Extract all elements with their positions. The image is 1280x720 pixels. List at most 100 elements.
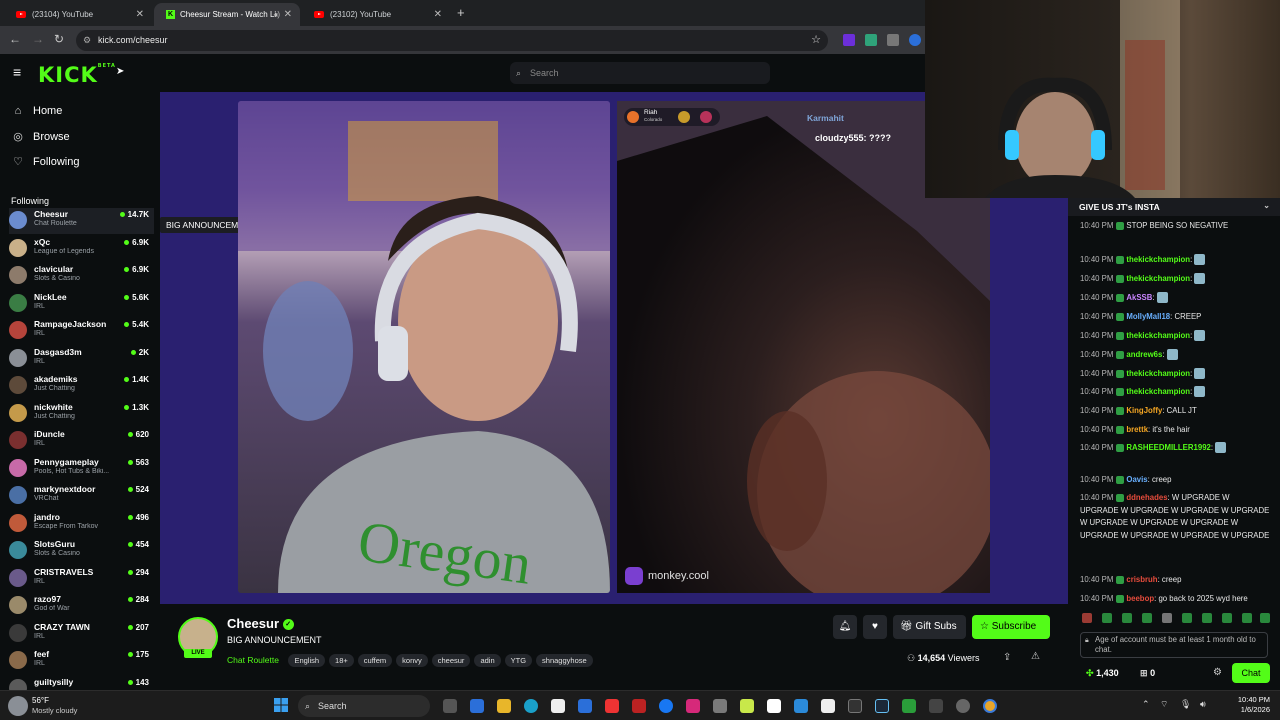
menu-icon[interactable]: ≡: [13, 64, 21, 80]
subscribe-button[interactable]: ☆ Subscribe: [972, 615, 1050, 639]
app-icon[interactable]: [794, 699, 808, 713]
share-icon[interactable]: ⇪: [1003, 652, 1011, 663]
tag-chip[interactable]: YTG: [504, 654, 533, 667]
new-tab-button[interactable]: +: [457, 5, 465, 20]
nvidia-icon[interactable]: [902, 699, 916, 713]
nav-following[interactable]: ♡ Following: [12, 155, 79, 169]
clock-time[interactable]: 10:40 PM: [1232, 695, 1270, 704]
sidebar-item-akademiks[interactable]: akademiks Just Chatting 1.4K: [9, 373, 154, 399]
chat-username[interactable]: thekickchampion: [1126, 331, 1190, 340]
app-icon[interactable]: [632, 699, 646, 713]
windows-start-icon[interactable]: [274, 698, 288, 712]
chat-username[interactable]: thekickchampion: [1126, 274, 1190, 283]
facebook-icon[interactable]: [659, 699, 673, 713]
chat-username[interactable]: thekickchampion: [1126, 255, 1190, 264]
sidebar-item-xqc[interactable]: xQc League of Legends 6.9K: [9, 236, 154, 262]
gift-subs-button[interactable]: 🎁︎ Gift Subs: [893, 615, 966, 639]
app-icon[interactable]: [821, 699, 835, 713]
chat-username[interactable]: KingJoffy: [1126, 406, 1162, 415]
tag-chip[interactable]: cheesur: [431, 654, 471, 667]
edge-icon[interactable]: [524, 699, 538, 713]
chat-username[interactable]: beebop: [1126, 594, 1154, 603]
close-icon[interactable]: ✕: [284, 9, 292, 20]
chat-username[interactable]: andrew6s: [1126, 350, 1162, 359]
sidebar-item-dasgasd3m[interactable]: Dasgasd3m IRL 2K: [9, 346, 154, 372]
sidebar-item-slotsguru[interactable]: SlotsGuru Slots & Casino 454: [9, 538, 154, 564]
chevron-up-icon[interactable]: ⌃: [1142, 699, 1150, 710]
url-field[interactable]: ⚙ kick.com/cheesur ☆: [76, 30, 828, 51]
wifi-icon[interactable]: ⌔: [1160, 699, 1168, 710]
reload-icon[interactable]: ↻: [54, 32, 64, 46]
channel-name[interactable]: Cheesur ✓: [227, 616, 294, 631]
nav-home[interactable]: ⌂ Home: [12, 105, 63, 117]
chat-username[interactable]: brettk: [1126, 425, 1148, 434]
back-icon[interactable]: ←: [9, 32, 21, 46]
youtube-icon[interactable]: [605, 699, 619, 713]
site-info-icon[interactable]: ⚙: [83, 30, 91, 51]
sidebar-item-nickwhite[interactable]: nickwhite Just Chatting 1.3K: [9, 401, 154, 427]
chat-username[interactable]: ddnehades: [1126, 493, 1167, 502]
mail-icon[interactable]: [578, 699, 592, 713]
taskbar-search[interactable]: ⌕ Search: [298, 695, 430, 717]
chrome-icon[interactable]: [983, 699, 997, 713]
sidebar-item-nicklee[interactable]: NickLee IRL 5.6K: [9, 291, 154, 317]
close-icon[interactable]: ✕: [434, 9, 442, 20]
steam-icon[interactable]: [875, 699, 889, 713]
nav-browse[interactable]: ◎ Browse: [12, 130, 70, 144]
chat-username[interactable]: crisbruh: [1126, 575, 1157, 584]
amazon-icon[interactable]: [767, 699, 781, 713]
chat-send-button[interactable]: Chat: [1232, 663, 1270, 683]
sidebar-item-cristravels[interactable]: CRISTRAVELS IRL 294: [9, 566, 154, 592]
sidebar-item-clavicular[interactable]: clavicular Slots & Casino 6.9K: [9, 263, 154, 289]
app-icon[interactable]: [848, 699, 862, 713]
extension-icon[interactable]: [887, 34, 899, 46]
search-input[interactable]: ⌕ Search: [510, 62, 770, 84]
report-icon[interactable]: ⚠: [1031, 651, 1040, 662]
kick-logo[interactable]: KICKBETA: [38, 63, 116, 87]
box-count[interactable]: ⊞ 0: [1140, 668, 1155, 679]
sidebar-item-crazy-tawn[interactable]: CRAZY TAWN IRL 207: [9, 621, 154, 647]
category-link[interactable]: Chat Roulette: [227, 655, 279, 665]
pinned-message[interactable]: GIVE US JT's INSTA ⌄: [1068, 198, 1280, 216]
sidebar-item-rampagejackson[interactable]: RampageJackson IRL 5.4K: [9, 318, 154, 344]
speaker-icon[interactable]: ◂): [273, 10, 280, 19]
forward-icon[interactable]: →: [32, 32, 44, 46]
browser-tab[interactable]: (23104) YouTube ✕: [4, 3, 152, 26]
sidebar-item-markynextdoor[interactable]: markynextdoor VRChat 524: [9, 483, 154, 509]
browser-tab-active[interactable]: K Cheesur Stream - Watch Li ◂) ✕: [154, 3, 300, 26]
tag-chip[interactable]: 18+: [329, 654, 354, 667]
file-explorer-icon[interactable]: [497, 699, 511, 713]
extension-icon[interactable]: [865, 34, 877, 46]
sidebar-item-feef[interactable]: feef IRL 175: [9, 648, 154, 674]
follow-heart-button[interactable]: ♥: [863, 615, 887, 639]
extension-icon[interactable]: [909, 34, 921, 46]
app-icon[interactable]: [929, 699, 943, 713]
sidebar-item-iduncle[interactable]: iDuncle IRL 620: [9, 428, 154, 454]
chat-username[interactable]: Oavis: [1126, 475, 1147, 484]
notification-bell-icon[interactable]: 🔔︎: [833, 615, 857, 639]
tag-chip[interactable]: konvy: [396, 654, 428, 667]
microphone-icon[interactable]: 🎙︎: [1180, 699, 1191, 710]
app-icon[interactable]: [470, 699, 484, 713]
bookmark-star-icon[interactable]: ☆: [811, 30, 821, 51]
close-icon[interactable]: ✕: [136, 9, 144, 20]
task-view-icon[interactable]: [443, 699, 457, 713]
chat-input[interactable]: 🔒︎ Age of account must be at least 1 mon…: [1080, 632, 1268, 658]
speaker-icon[interactable]: 🔊︎: [1200, 699, 1206, 710]
chat-username[interactable]: MollyMall18: [1126, 312, 1170, 321]
tag-chip[interactable]: adin: [474, 654, 501, 667]
browser-tab[interactable]: (23102) YouTube ✕: [302, 3, 450, 26]
sidebar-item-jandro[interactable]: jandro Escape From Tarkov 496: [9, 511, 154, 537]
settings-gear-icon[interactable]: [956, 699, 970, 713]
tag-chip[interactable]: shnaggyhose: [536, 654, 593, 667]
sidebar-item-cheesur[interactable]: Cheesur Chat Roulette 14.7K: [9, 208, 154, 234]
extension-icon[interactable]: [843, 34, 855, 46]
app-icon[interactable]: [740, 699, 754, 713]
chat-username[interactable]: thekickchampion: [1126, 369, 1190, 378]
settings-gear-icon[interactable]: ⚙: [1213, 667, 1222, 678]
store-icon[interactable]: [551, 699, 565, 713]
sidebar-item-guiltysilly[interactable]: guiltysilly 143: [9, 676, 154, 690]
sidebar-item-razo97[interactable]: razo97 God of War 284: [9, 593, 154, 619]
chat-username[interactable]: RASHEEDMILLER1992: [1126, 443, 1211, 452]
weather-icon[interactable]: [8, 696, 28, 716]
